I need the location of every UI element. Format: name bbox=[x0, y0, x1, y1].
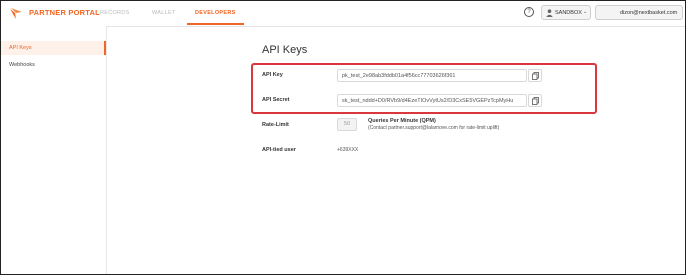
api-tied-user-value: +639XXX bbox=[337, 147, 359, 153]
tab-wallet[interactable]: WALLET bbox=[152, 10, 176, 16]
chevron-down-icon: ⌄ bbox=[583, 8, 588, 15]
api-secret-field[interactable]: sk_test_nddd+D0/RVb9/d4EzeTIOvVytUs2/D3C… bbox=[337, 94, 527, 107]
sidebar-item-webhooks[interactable]: Webhooks bbox=[1, 58, 105, 72]
top-bar: PARTNER PORTAL RECORDS WALLET DEVELOPERS… bbox=[1, 1, 685, 27]
sidebar-item-label: Webhooks bbox=[9, 62, 35, 68]
help-icon[interactable]: ? bbox=[524, 7, 534, 17]
copy-api-secret-button[interactable] bbox=[528, 94, 542, 107]
sidebar-item-api-keys[interactable]: API Keys bbox=[1, 41, 106, 55]
tab-developers[interactable]: DEVELOPERS bbox=[187, 10, 244, 25]
api-key-value: pk_test_2e98ab3fddb01a4f56cc77703626f361 bbox=[342, 73, 456, 79]
rate-limit-unit: Queries Per Minute (QPM) bbox=[368, 118, 436, 124]
sidebar-item-label: API Keys bbox=[9, 45, 32, 51]
page-title: API Keys bbox=[262, 44, 308, 56]
environment-selector[interactable]: SANDBOX ⌄ bbox=[541, 5, 591, 20]
api-tied-user-label: API-tied user bbox=[262, 147, 296, 153]
copy-icon bbox=[532, 72, 539, 80]
brand-title[interactable]: PARTNER PORTAL bbox=[29, 8, 100, 17]
help-glyph: ? bbox=[527, 9, 531, 15]
logo-icon bbox=[10, 8, 22, 19]
sidebar: API Keys Webhooks bbox=[1, 26, 107, 274]
api-key-field[interactable]: pk_test_2e98ab3fddb01a4f56cc77703626f361 bbox=[337, 69, 527, 82]
copy-icon bbox=[532, 97, 539, 105]
rate-limit-value: 50 bbox=[337, 118, 357, 131]
environment-label: SANDBOX bbox=[555, 9, 582, 16]
user-email: dizon@nextbasket.com bbox=[620, 9, 678, 16]
copy-api-key-button[interactable] bbox=[528, 69, 542, 82]
tab-records[interactable]: RECORDS bbox=[100, 10, 130, 16]
api-secret-label: API Secret bbox=[262, 97, 290, 103]
user-icon bbox=[546, 9, 553, 17]
api-key-label: API Key bbox=[262, 72, 283, 78]
app-window: PARTNER PORTAL RECORDS WALLET DEVELOPERS… bbox=[0, 0, 686, 275]
rate-limit-note: (Contact partner.support@lalamove.com fo… bbox=[368, 125, 500, 131]
rate-limit-label: Rate-Limit bbox=[262, 122, 289, 128]
api-secret-value: sk_test_nddd+D0/RVb9/d4EzeTIOvVytUs2/D3C… bbox=[342, 98, 514, 104]
user-menu[interactable]: dizon@nextbasket.com bbox=[595, 5, 683, 20]
